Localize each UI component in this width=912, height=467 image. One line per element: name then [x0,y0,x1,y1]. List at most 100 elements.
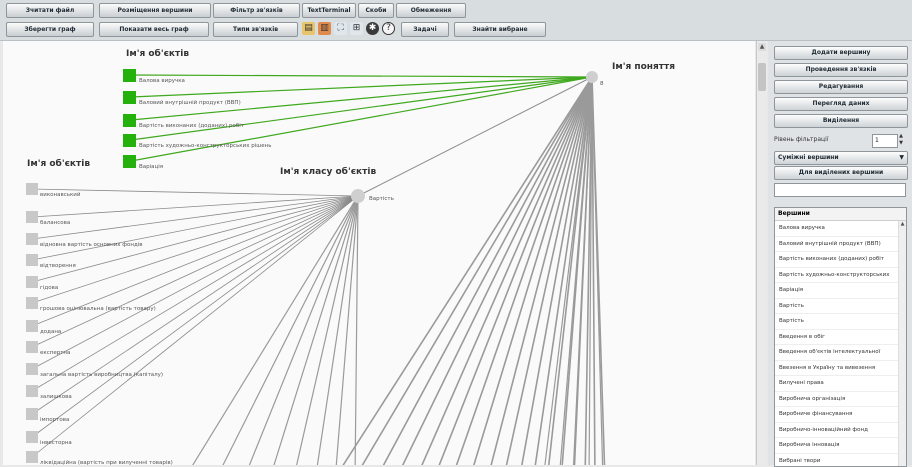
edge-types-button[interactable]: Типи зв'язків [213,22,298,37]
gray-object-node[interactable] [26,431,38,443]
for-selected-vertices-button[interactable]: Для виділених вершини [774,166,908,180]
object-class-edge [32,196,358,303]
gray-object-label: грошова оцінювальна (вартість товару) [40,306,156,312]
heading-objects-left: Ім'я об'єктів [27,158,90,169]
vertices-list[interactable]: Вершини Валова виручкаВаловий внутрішній… [774,207,907,467]
list-item[interactable]: Вартість виконаних (доданих) робіт [775,252,906,268]
class-fan-edge [355,196,358,465]
scrollbar-thumb[interactable] [758,63,766,91]
edit-button[interactable]: Редагування [774,80,908,94]
graph-scrollbar[interactable]: ▲ [756,41,767,465]
gray-object-node[interactable] [26,320,38,332]
list-item[interactable]: Вилучені права [775,376,906,392]
gray-object-label: залишкова [40,394,72,400]
list-item[interactable]: Ввезення в Україну та вивезення [775,361,906,377]
find-selected-button[interactable]: Знайти вибране [454,22,546,37]
graph-svg: виконавськийбалансовавідновна вартість о… [3,41,755,465]
view-data-button[interactable]: Перегляд даних [774,97,908,111]
gray-object-node[interactable] [26,408,38,420]
concept-fan-edge [395,77,592,465]
tasks-button[interactable]: Задачі [401,22,449,37]
list-item[interactable]: Введення в обіг [775,330,906,346]
class-fan-edge [243,196,358,465]
class-node-label: Вартість [369,196,394,202]
gray-object-node[interactable] [26,363,38,375]
gray-object-node[interactable] [26,183,38,195]
graph-canvas[interactable]: виконавськийбалансовавідновна вартість о… [3,41,755,465]
concept-node[interactable] [586,71,598,83]
concept-node-label: 8 [600,81,604,87]
list-item[interactable]: Валова виручка [775,221,906,237]
text-terminal-button[interactable]: TextTerminal [302,3,356,18]
list-item[interactable]: Виробнича організація [775,392,906,408]
help-icon[interactable]: ? [382,22,395,35]
constraints-button[interactable]: Обмеження [396,3,466,18]
list-item[interactable]: Виробничо-інноваційний фонд [775,423,906,439]
list-item[interactable]: Виробнича інновація [775,438,906,454]
gray-object-node[interactable] [26,297,38,309]
green-object-node[interactable] [123,91,136,104]
green-object-label: Вартість художньо-конструкторських рішен… [139,143,271,149]
gray-object-node[interactable] [26,341,38,353]
list-item[interactable]: Валовий внутрішній продукт (ВВП) [775,237,906,253]
chart-icon[interactable]: ▤ [302,22,315,35]
green-object-node[interactable] [123,134,136,147]
graph-nodes: виконавськийбалансовавідновна вартість о… [26,69,271,465]
adjacency-dropdown-value: Суміжні вершини [778,154,839,161]
brackets-button[interactable]: Скоби [358,3,394,18]
settings-icon[interactable]: ✱ [366,22,379,35]
object-class-edge [32,196,358,260]
edge-filter-button[interactable]: Фільтр зв'язків [213,3,300,18]
grid-icon[interactable]: ⊞ [350,22,363,35]
save-graph-button[interactable]: Зберегти граф [6,22,94,37]
list-item[interactable]: Варіація [775,283,906,299]
class-fan-edge [315,196,358,465]
gray-object-node[interactable] [26,211,38,223]
filter-level-input[interactable]: 1 [872,134,898,148]
gray-object-node[interactable] [26,385,38,397]
class-node[interactable] [351,189,365,203]
green-object-node[interactable] [123,114,136,127]
concept-fan-edge [375,77,592,465]
list-item[interactable]: Введення об'єктів інтелектуальної [775,345,906,361]
gray-object-label: виконавський [40,191,81,198]
object-class-edge [32,189,358,196]
heading-concept: Ім'я поняття [612,62,675,72]
gray-object-label: балансова [40,220,70,226]
add-vertex-button[interactable]: Додати вершину [774,46,908,60]
load-file-button[interactable]: Зчитати файл [6,3,94,18]
right-panel: Додати вершину Проведення зв'язків Редаг… [768,41,912,465]
object-class-edge [32,196,358,369]
adjacency-dropdown[interactable]: Суміжні вершини ▼ [774,151,908,165]
search-input[interactable] [774,183,906,197]
green-object-node[interactable] [123,155,136,168]
object-class-edge [32,196,358,282]
list-item[interactable]: Вартість [775,314,906,330]
zoom-icon[interactable]: ⛶ [334,22,347,35]
gray-object-node[interactable] [26,451,38,463]
concept-fan-edge [543,77,592,465]
show-full-graph-button[interactable]: Показати весь граф [99,22,209,37]
gray-object-node[interactable] [26,254,38,266]
list-item[interactable]: Вартість [775,299,906,315]
gray-object-label: ліквідаційна (вартість при вилученні тов… [40,459,173,465]
stepper-icon[interactable]: ▲▼ [897,133,905,147]
list-scrollbar[interactable]: ▲ [898,221,906,466]
toolbar: Зчитати файл Розміщення вершини Фільтр з… [0,0,912,41]
heading-objects-top: Ім'я об'єктів [126,48,189,59]
gray-object-node[interactable] [26,276,38,288]
list-item[interactable]: Виробниче фінансування [775,407,906,423]
bar-icon[interactable]: ▥ [318,22,331,35]
gray-object-label: загальна вартість виробництва (капіталу) [40,372,163,378]
scroll-up-icon[interactable]: ▲ [758,43,766,51]
object-class-edge [32,196,358,347]
green-object-node[interactable] [123,69,136,82]
vertex-layout-button[interactable]: Розміщення вершини [99,3,211,18]
selection-button[interactable]: Виділення [774,114,908,128]
list-scroll-up-icon[interactable]: ▲ [899,221,906,228]
green-object-label: Вартість виконаних (доданих) робіт [139,123,245,129]
gray-object-node[interactable] [26,233,38,245]
draw-edges-button[interactable]: Проведення зв'язків [774,63,908,77]
gray-object-label: відтворення [40,263,76,269]
list-item[interactable]: Вартість художньо-конструкторських [775,268,906,284]
